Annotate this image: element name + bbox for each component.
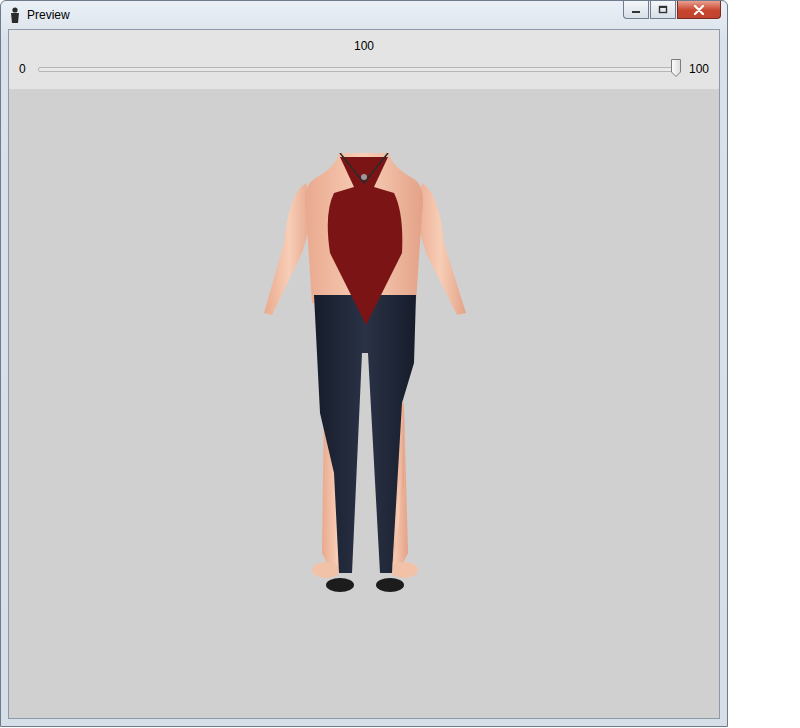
slider-track[interactable] [38,67,677,72]
slider[interactable] [38,59,677,79]
maximize-icon [658,5,668,14]
maximize-button[interactable] [650,1,676,19]
title-area: Preview [9,1,70,23]
slider-thumb[interactable] [671,59,681,77]
slider-fill [39,68,676,71]
figure-icon [9,7,21,23]
close-icon [693,5,705,15]
slider-row: 0 100 [17,59,711,79]
preview-window: Preview 100 0 100 [0,0,728,727]
window-title: Preview [27,8,70,22]
minimize-icon [631,6,641,14]
slider-panel: 100 0 100 [9,30,719,89]
window-buttons [623,1,721,19]
preview-viewport[interactable] [9,89,719,718]
thumb-icon [671,59,681,77]
slider-value: 100 [17,39,711,53]
slider-max-label: 100 [687,62,711,76]
client-area: 100 0 100 [8,29,720,719]
minimize-button[interactable] [623,1,649,19]
close-button[interactable] [677,1,721,19]
title-bar[interactable]: Preview [1,1,727,29]
slider-min-label: 0 [17,62,28,76]
model-figure [244,153,484,598]
